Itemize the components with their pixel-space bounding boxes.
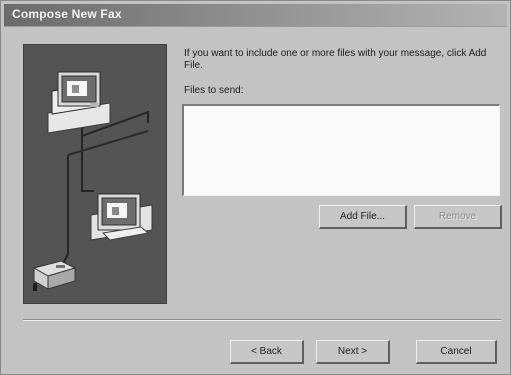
- remove-button[interactable]: Remove: [414, 205, 502, 229]
- instruction-text: If you want to include one or more files…: [184, 48, 487, 71]
- wizard-illustration: [23, 44, 167, 304]
- title-bar[interactable]: Compose New Fax: [4, 4, 507, 27]
- window-title: Compose New Fax: [12, 7, 122, 21]
- wizard-divider: [23, 319, 501, 321]
- back-button[interactable]: < Back: [230, 340, 304, 364]
- add-file-button[interactable]: Add File...: [319, 205, 407, 229]
- files-to-send-list[interactable]: [182, 104, 500, 196]
- next-button[interactable]: Next >: [316, 340, 390, 364]
- files-to-send-label: Files to send:: [184, 85, 244, 96]
- compose-new-fax-dialog: Compose New Fax If you want to include o…: [0, 0, 511, 375]
- cancel-button[interactable]: Cancel: [416, 340, 497, 364]
